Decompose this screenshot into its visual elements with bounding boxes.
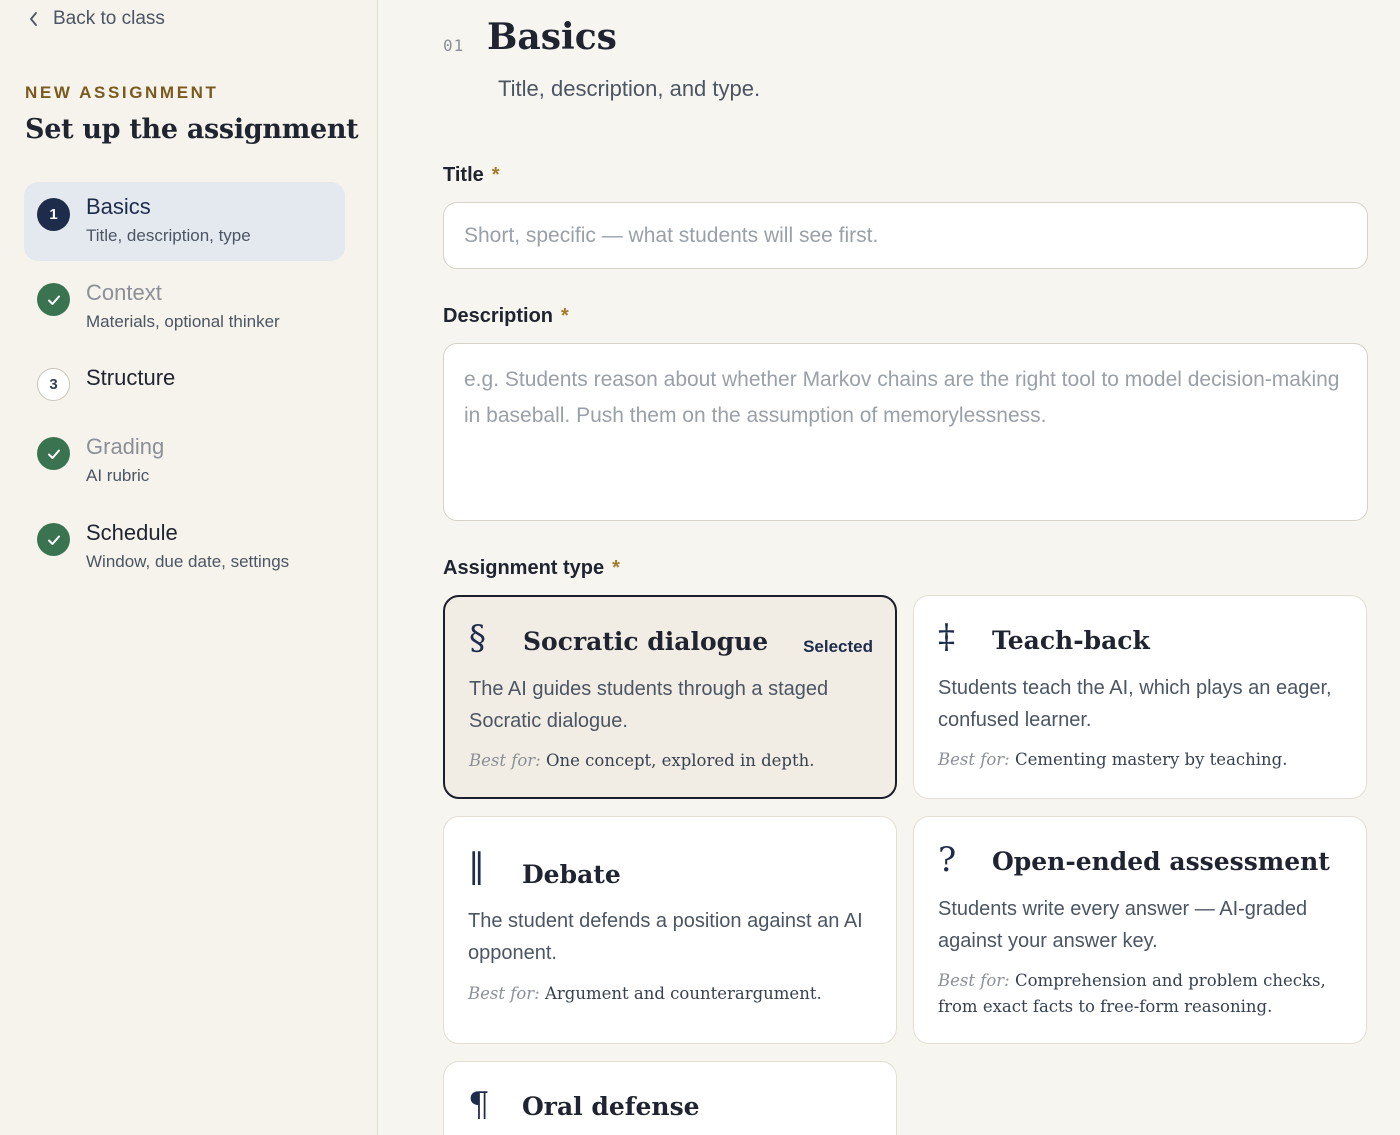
- chevron-left-icon: [30, 12, 37, 26]
- card-title: Open-ended assessment: [992, 847, 1330, 876]
- card-best-for: Best for: Cementing mastery by teaching.: [938, 747, 1344, 773]
- step-sub: Title, description, type: [86, 226, 251, 245]
- title-field-label: Title *: [443, 164, 500, 187]
- step-label: Schedule: [86, 520, 178, 545]
- required-marker: *: [561, 305, 569, 327]
- page-title: Basics: [487, 16, 617, 58]
- step-label: Context: [86, 280, 162, 305]
- step-sub: AI rubric: [86, 466, 150, 485]
- step-context[interactable]: Context Materials, optional thinker: [24, 268, 345, 347]
- section-sign-icon: §: [469, 618, 486, 658]
- type-card-open-ended-assessment[interactable]: ? Open-ended assessment Students write e…: [913, 816, 1367, 1044]
- page-subtitle: Title, description, and type.: [498, 76, 761, 101]
- step-label: Structure: [86, 365, 176, 390]
- question-mark-icon: ?: [938, 840, 957, 880]
- card-title: Oral defense: [522, 1092, 700, 1121]
- title-input[interactable]: [443, 202, 1368, 269]
- description-textarea[interactable]: [443, 343, 1368, 521]
- step-number-badge: 1: [37, 198, 70, 231]
- selected-badge: Selected: [803, 637, 873, 656]
- required-marker: *: [612, 557, 620, 579]
- step-structure[interactable]: 3 Structure: [24, 355, 345, 415]
- double-bar-icon: ‖: [468, 846, 485, 886]
- card-title: Socratic dialogue: [523, 627, 769, 656]
- step-sub: Window, due date, settings: [86, 552, 290, 571]
- step-label: Basics: [86, 194, 151, 219]
- card-best-for: Best for: Argument and counterargument.: [468, 981, 874, 1007]
- best-for-key: Best for:: [938, 750, 1010, 769]
- type-label-text: Assignment type: [443, 557, 605, 579]
- check-icon: [37, 437, 70, 470]
- back-to-class-link[interactable]: Back to class: [28, 8, 165, 30]
- check-icon: [37, 283, 70, 316]
- card-best-for: Best for: One concept, explored in depth…: [469, 748, 873, 774]
- description-label-text: Description: [443, 305, 554, 327]
- card-best-for: Best for: Comprehension and problem chec…: [938, 968, 1344, 1020]
- sidebar-title: Set up the assignment: [25, 114, 359, 145]
- best-for-key: Best for:: [468, 984, 540, 1003]
- check-icon: [37, 523, 70, 556]
- type-card-socratic-dialogue[interactable]: § Socratic dialogue Selected The AI guid…: [443, 595, 897, 799]
- step-sub: Materials, optional thinker: [86, 312, 280, 331]
- card-description: Students teach the AI, which plays an ea…: [938, 677, 1332, 731]
- best-for-value: One concept, explored in depth.: [545, 751, 815, 770]
- step-basics[interactable]: 1 Basics Title, description, type: [24, 182, 345, 261]
- best-for-value: Argument and counterargument.: [544, 984, 822, 1003]
- step-schedule[interactable]: Schedule Window, due date, settings: [24, 508, 345, 587]
- step-grading[interactable]: Grading AI rubric: [24, 422, 345, 501]
- pilcrow-icon: ¶: [468, 1085, 490, 1125]
- assignment-type-label: Assignment type *: [443, 557, 620, 580]
- best-for-key: Best for:: [469, 751, 541, 770]
- required-marker: *: [491, 164, 500, 186]
- eyebrow-label: NEW ASSIGNMENT: [25, 83, 219, 102]
- main-content: 01 Basics Title, description, and type. …: [379, 0, 1400, 1135]
- type-card-teach-back[interactable]: ‡ Teach-back Students teach the AI, whic…: [913, 595, 1367, 799]
- card-title: Debate: [522, 860, 621, 889]
- card-title: Teach-back: [992, 626, 1150, 655]
- type-card-oral-defense[interactable]: ¶ Oral defense: [443, 1061, 897, 1135]
- card-description: The AI guides students through a staged …: [469, 678, 829, 732]
- title-label-text: Title: [443, 164, 484, 186]
- best-for-value: Cementing mastery by teaching.: [1014, 750, 1288, 769]
- type-card-debate[interactable]: ‖ Debate The student defends a position …: [443, 816, 897, 1044]
- step-number-badge: 3: [37, 368, 70, 401]
- description-field-label: Description *: [443, 305, 569, 328]
- back-label: Back to class: [53, 8, 165, 29]
- double-dagger-icon: ‡: [938, 617, 955, 657]
- card-description: The student defends a position against a…: [468, 910, 863, 964]
- best-for-key: Best for:: [938, 971, 1010, 990]
- section-number: 01: [443, 36, 465, 55]
- sidebar: Back to class NEW ASSIGNMENT Set up the …: [0, 0, 378, 1135]
- step-label: Grading: [86, 434, 165, 459]
- card-description: Students write every answer — AI-graded …: [938, 898, 1308, 952]
